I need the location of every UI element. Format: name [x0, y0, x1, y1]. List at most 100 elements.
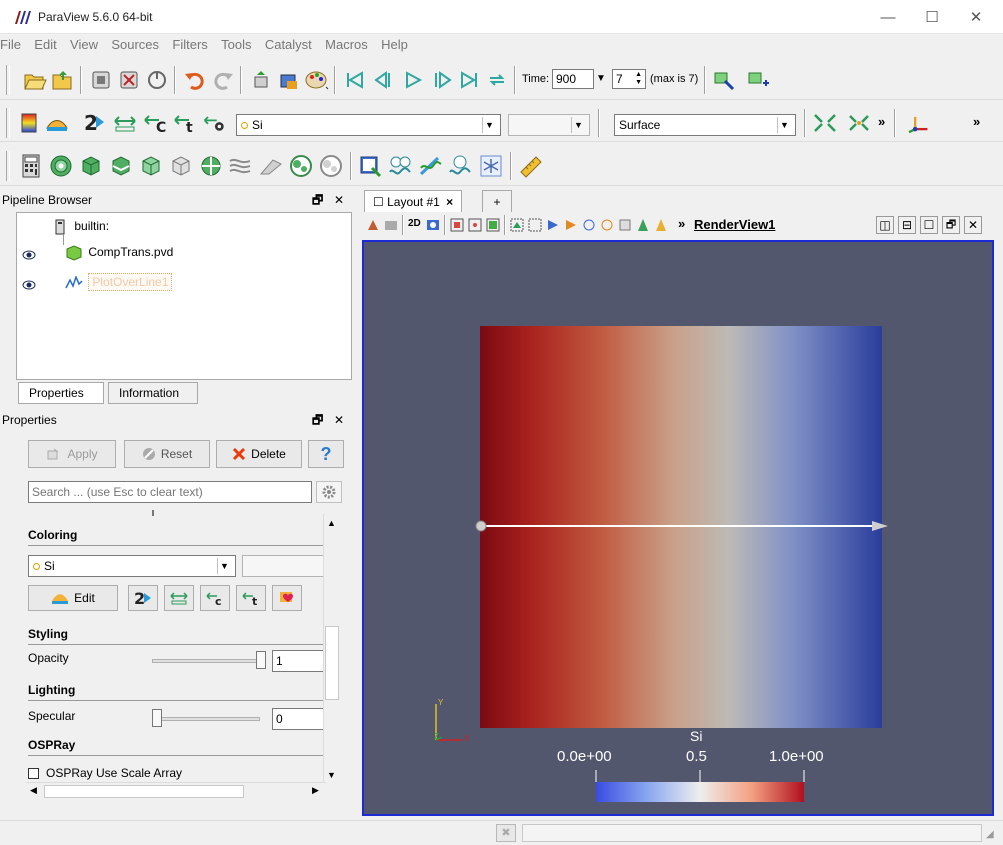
menu-edit[interactable]: Edit [29, 34, 61, 52]
axes-orientation-icon[interactable] [906, 110, 932, 136]
menu-filters[interactable]: Filters [167, 34, 212, 52]
close-view-icon[interactable]: ✕ [964, 216, 982, 234]
reset-camera-icon[interactable] [248, 67, 274, 93]
apply-button[interactable]: Apply [28, 440, 116, 468]
toggle-2d-3d-button[interactable]: 2D [408, 218, 421, 229]
edit-colormap-button[interactable]: Edit [28, 585, 118, 611]
zoom-out-icon[interactable] [812, 110, 838, 136]
palette-icon[interactable] [304, 67, 330, 93]
select-polygon-cells-icon[interactable] [510, 218, 524, 232]
snowflake-filter-icon[interactable] [478, 153, 504, 179]
undock-icon[interactable]: 🗗 [312, 410, 323, 430]
ospray-scale-checkbox[interactable] [28, 768, 39, 779]
properties-vertical-scrollbar[interactable]: ▲ ▼ [323, 514, 340, 784]
rescale-temporal-icon[interactable]: t [172, 110, 198, 136]
add-time-icon[interactable] [746, 67, 772, 93]
close-pane-icon[interactable]: ✕ [334, 410, 344, 430]
disconnect-icon[interactable] [116, 67, 142, 93]
specular-slider-track[interactable] [152, 717, 260, 721]
select-cells-through-icon[interactable] [486, 218, 500, 232]
undock-view-icon[interactable]: 🗗 [942, 216, 960, 234]
invert-colormap-icon[interactable]: 2 [82, 110, 108, 136]
menu-view[interactable]: View [65, 34, 103, 52]
menu-help[interactable]: Help [376, 34, 413, 52]
scroll-down-icon[interactable]: ▼ [327, 770, 336, 780]
rescale-temporal-button[interactable]: t [236, 585, 266, 611]
close-button[interactable]: ✕ [953, 6, 999, 30]
undock-icon[interactable]: 🗗 [312, 190, 323, 210]
extract-subset-icon[interactable] [168, 153, 194, 179]
plot-data-over-time-icon[interactable] [448, 153, 474, 179]
menu-sources[interactable]: Sources [106, 34, 164, 52]
close-pane-icon[interactable]: ✕ [334, 190, 344, 210]
contour-icon[interactable] [48, 153, 74, 179]
select-polygon-points-icon[interactable] [528, 218, 542, 232]
time-dropdown-arrow-icon[interactable]: ▼ [596, 73, 606, 84]
load-state-icon[interactable] [50, 67, 76, 93]
more-camera-tools-button[interactable]: » [973, 114, 980, 129]
opacity-slider-handle[interactable] [256, 651, 266, 669]
last-frame-icon[interactable] [456, 67, 482, 93]
opacity-slider-track[interactable] [152, 659, 260, 663]
tab-information[interactable]: Information [108, 382, 198, 404]
edit-color-map-icon[interactable] [44, 110, 70, 136]
capture-screenshot-icon[interactable] [426, 218, 440, 232]
line-widget-start-handle[interactable] [475, 520, 487, 532]
select-points-on-icon[interactable] [468, 218, 482, 232]
spin-arrows-icon[interactable]: ▲ ▼ [635, 71, 642, 87]
open-file-icon[interactable] [22, 67, 48, 93]
find-data-icon[interactable] [358, 153, 384, 179]
warp-by-vector-icon[interactable] [258, 153, 284, 179]
next-frame-icon[interactable] [428, 67, 454, 93]
more-tools-button[interactable]: » [878, 114, 885, 129]
slice-icon[interactable] [108, 153, 134, 179]
eye-visible-icon[interactable] [22, 279, 36, 293]
clear-selection-icon[interactable] [654, 218, 668, 232]
redo-icon[interactable] [210, 67, 236, 93]
scroll-right-icon[interactable]: ▶ [312, 785, 319, 796]
color-legend-icon[interactable] [16, 110, 42, 136]
scroll-thumb[interactable] [325, 626, 339, 700]
zoom-in-icon[interactable] [846, 110, 872, 136]
builtin-server-row[interactable]: builtin: [53, 219, 109, 235]
first-frame-icon[interactable] [342, 67, 368, 93]
opacity-input[interactable]: 1 [272, 650, 326, 672]
scroll-thumb[interactable] [44, 785, 244, 798]
view-reset-session-icon[interactable] [366, 218, 380, 232]
scroll-up-icon[interactable]: ▲ [327, 518, 336, 528]
play-icon[interactable] [400, 67, 426, 93]
close-layout-tab-icon[interactable]: × [446, 195, 453, 209]
group-datasets-icon[interactable] [288, 153, 314, 179]
rescale-custom-button[interactable]: c [200, 585, 230, 611]
render-canvas[interactable] [364, 242, 992, 814]
grow-selection-icon[interactable] [618, 218, 632, 232]
split-vertical-icon[interactable]: ⊟ [898, 216, 916, 234]
edit-time-icon[interactable] [712, 67, 738, 93]
toolbar-grip[interactable] [6, 108, 10, 138]
eye-visible-icon[interactable] [22, 249, 36, 263]
plot-over-line-icon[interactable] [418, 153, 444, 179]
abort-icon[interactable]: ✖ [496, 824, 516, 842]
color-component-select[interactable]: ▼ [508, 114, 590, 136]
extract-selection-icon[interactable] [636, 218, 650, 232]
time-value-field[interactable]: 900 [552, 69, 594, 89]
rescale-custom-icon[interactable]: C [142, 110, 168, 136]
colorbar[interactable] [596, 782, 804, 802]
minimize-button[interactable]: — [865, 6, 911, 30]
more-view-tools-button[interactable]: » [678, 216, 685, 231]
representation-select[interactable]: Surface ▼ [614, 114, 796, 136]
previous-frame-icon[interactable] [372, 67, 398, 93]
connect-icon[interactable] [88, 67, 114, 93]
invert-colormap-button[interactable]: 2 [128, 585, 158, 611]
extract-level-icon[interactable] [318, 153, 344, 179]
loop-icon[interactable] [484, 67, 510, 93]
properties-horizontal-scrollbar[interactable]: ◀ ▶ [26, 782, 326, 800]
reset-button[interactable]: Reset [124, 440, 210, 468]
help-button[interactable]: ? [308, 440, 344, 468]
split-horizontal-icon[interactable]: ◫ [876, 216, 894, 234]
color-array-select[interactable]: Si ▼ [236, 114, 501, 136]
toolbar-grip[interactable] [6, 151, 10, 181]
stream-tracer-icon[interactable] [228, 153, 254, 179]
timestep-spinbox[interactable]: 7 ▲ ▼ [612, 69, 646, 89]
add-layout-tab-button[interactable]: + [482, 190, 512, 212]
